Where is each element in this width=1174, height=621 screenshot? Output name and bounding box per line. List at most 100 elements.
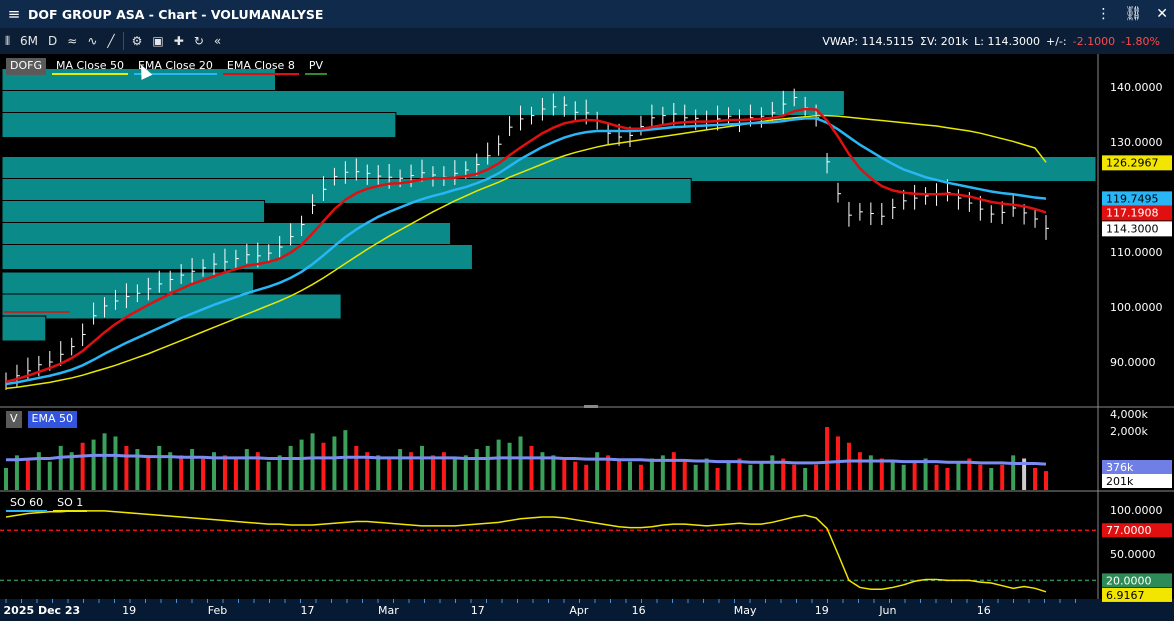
volume-bar-46 <box>507 442 512 490</box>
volume-bar-5 <box>58 445 63 490</box>
price-legend: DOFG MA Close 50 EMA Close 20 EMA Close … <box>6 58 327 75</box>
volume-bar-84 <box>923 458 928 490</box>
volume-bar-26 <box>288 445 293 490</box>
crosshair-icon[interactable]: ✚ <box>169 34 189 48</box>
volume-bar-32 <box>354 445 359 490</box>
volume-bar-50 <box>551 455 556 490</box>
volume-bar-78 <box>857 452 862 490</box>
volume-bar-51 <box>562 458 567 490</box>
volume-bar-20 <box>222 455 227 490</box>
volume-bar-53 <box>584 464 589 490</box>
volume-axis-label-1: 2,000k <box>1110 425 1148 438</box>
volume-bar-24 <box>266 461 271 490</box>
volume-axis-label-0: 4,000k <box>1110 408 1148 421</box>
date-label-11: 16 <box>977 604 991 617</box>
draw-line-icon[interactable]: ╱ <box>102 34 119 48</box>
date-label-3: 17 <box>301 604 315 617</box>
period-selector[interactable]: 6M <box>15 34 43 48</box>
volume-bar-66 <box>726 461 731 490</box>
indicators-icon[interactable]: ≈ <box>62 34 82 48</box>
legend-ma50-tag[interactable]: MA Close 50 <box>51 58 128 75</box>
date-label-9: 19 <box>815 604 829 617</box>
date-label-4: Mar <box>378 604 399 617</box>
legend-ema8-tag[interactable]: EMA Close 8 <box>222 58 299 75</box>
volume-bar-85 <box>934 464 939 490</box>
volume-bar-72 <box>792 464 797 490</box>
volume-bar-38 <box>420 445 424 490</box>
volume-bar-18 <box>201 458 206 490</box>
volume-bar-44 <box>485 445 490 490</box>
unlink-icon[interactable]: ⛓ <box>1124 6 1142 22</box>
legend-so1-tag[interactable]: SO 1 <box>53 495 88 512</box>
volume-bar-29 <box>321 442 326 490</box>
interval-selector[interactable]: D <box>43 34 62 48</box>
chart-type-icon[interactable]: ⫴ <box>0 34 15 49</box>
last-price-value: L: 114.3000 <box>974 34 1040 48</box>
stochastic-axis-label-1: 50.0000 <box>1110 548 1156 561</box>
price-axis-label-5: 90.0000 <box>1110 356 1156 369</box>
volume-bar-47 <box>518 436 523 490</box>
volume-bar-83 <box>912 461 917 490</box>
volume-bar-57 <box>628 461 632 490</box>
volume-bar-64 <box>704 458 709 490</box>
date-label-7: 16 <box>632 604 646 617</box>
volume-bar-48 <box>529 445 534 490</box>
price-axis-label-4: 100.0000 <box>1110 301 1163 314</box>
volume-bar-17 <box>190 449 195 490</box>
volume-bar-58 <box>638 464 643 490</box>
volume-profile-bar-10 <box>1 315 47 342</box>
hamburger-menu-icon[interactable]: ≡ <box>0 5 28 23</box>
volume-bar-45 <box>496 439 501 490</box>
chart-canvas[interactable]: 2025 Dec 23 19 Feb 17 Mar 17 Apr 16 May 19 Jun 16 14… <box>0 54 1174 621</box>
volume-bar-63 <box>693 464 698 490</box>
volume-bar-62 <box>682 461 687 490</box>
refresh-icon[interactable]: ↻ <box>189 34 209 48</box>
studies-icon[interactable]: ∿ <box>82 34 102 48</box>
volume-bar-65 <box>715 467 720 490</box>
date-label-10: Jun <box>878 604 896 617</box>
volume-bar-16 <box>179 455 184 490</box>
vwap-value: VWAP: 114.5115 <box>822 34 915 48</box>
date-label-5: 17 <box>471 604 485 617</box>
date-label-6: Apr <box>569 604 589 617</box>
settings-gear-icon[interactable]: ⚙ <box>127 34 148 48</box>
volume-bar-43 <box>474 449 479 490</box>
legend-pv-tag[interactable]: PV <box>304 58 327 75</box>
change-value: -2.1000 <box>1072 34 1116 48</box>
volume-bar-52 <box>573 461 578 490</box>
legend-volume-tag[interactable]: V <box>6 411 22 428</box>
date-label-0: 2025 Dec 23 <box>4 604 81 617</box>
legend-so60-tag[interactable]: SO 60 <box>6 495 48 512</box>
volume-bar-81 <box>890 461 895 490</box>
price-marker-label-2: 117.1908 <box>1106 206 1159 219</box>
volume-bar-92 <box>1011 455 1016 490</box>
volume-bar-25 <box>277 455 282 490</box>
volume-bar-95 <box>1044 471 1048 490</box>
volume-bar-9 <box>102 433 107 490</box>
date-label-2: Feb <box>208 604 227 617</box>
volume-bar-74 <box>814 464 819 490</box>
more-vertical-icon[interactable]: ⋮ <box>1096 6 1110 22</box>
volume-profile-bar-6 <box>1 222 452 248</box>
panel-resize-handle <box>584 405 598 408</box>
stochastic-axis-label-0: 100.0000 <box>1110 504 1163 517</box>
layout-icon[interactable]: ▣ <box>147 34 168 48</box>
chart-background <box>0 54 1174 621</box>
price-stats: VWAP: 114.5115 ΣV: 201k L: 114.3000 +/-:… <box>822 28 1160 54</box>
volume-legend: V EMA 50 <box>6 411 77 428</box>
volume-bar-4 <box>47 461 52 490</box>
close-icon[interactable]: ✕ <box>1156 6 1168 22</box>
volume-bar-35 <box>387 458 392 490</box>
volume-bar-94 <box>1033 467 1038 490</box>
volume-bar-87 <box>956 461 961 490</box>
volume-bar-82 <box>901 464 906 490</box>
volume-bar-39 <box>430 455 435 490</box>
price-axis-label-3: 110.0000 <box>1110 246 1163 259</box>
chart-area[interactable]: 2025 Dec 23 19 Feb 17 Mar 17 Apr 16 May 19 Jun 16 14… <box>0 54 1174 621</box>
legend-volume-ema-tag[interactable]: EMA 50 <box>27 411 77 428</box>
collapse-toolbar-button[interactable]: « <box>209 34 226 48</box>
stochastic-marker-label-2: 6.9167 <box>1106 589 1145 602</box>
price-marker-label-0: 126.2967 <box>1106 156 1159 169</box>
legend-symbol-tag[interactable]: DOFG <box>6 58 46 75</box>
volume-bar-0 <box>4 467 8 490</box>
